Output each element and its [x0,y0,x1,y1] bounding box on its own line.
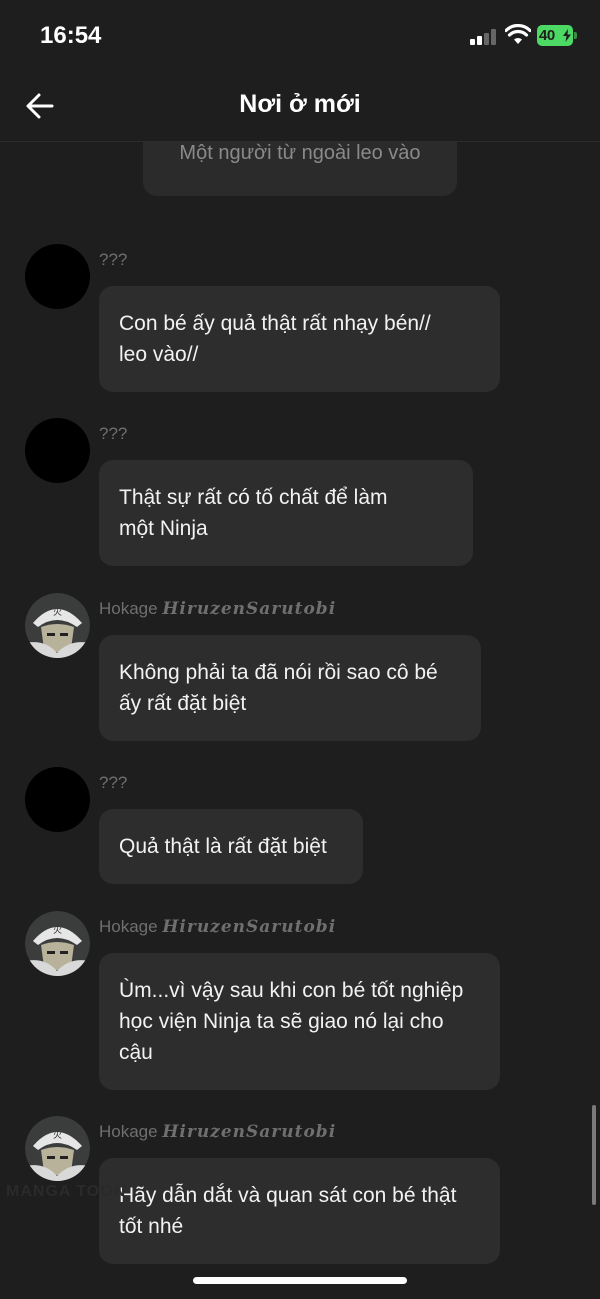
message-bubble: Quả thật là rất đặt biệt [99,809,363,884]
black-avatar[interactable] [25,418,90,483]
hokage-avatar[interactable]: 火 [25,1116,90,1181]
message-bubble: Hãy dẫn dắt và quan sát con bé thật tốt … [99,1158,500,1264]
svg-text:火: 火 [53,607,62,618]
message-line: ấy rất đặt biệt [119,692,247,715]
cellular-signal-icon [470,29,496,45]
battery-icon: 40 [537,25,577,46]
black-avatar[interactable] [25,767,90,832]
message-line: leo vào// [119,343,199,366]
status-time: 16:54 [40,22,102,49]
message-bubble: Không phải ta đã nói rồi sao cô bé ấy rấ… [99,635,481,741]
sender-name: ??? [99,250,128,269]
sender-name: Hokage HiruzenSarutobi [99,917,337,937]
battery-level: 40 [539,27,555,44]
chat-screen: 16:54 40 Một người từ ngoài leo vào Nơi … [0,0,600,1299]
message-line: Con bé ấy quả thật rất nhạy bén// [119,312,431,335]
hokage-avatar[interactable]: 火 [25,911,90,976]
message-line: Không phải ta đã nói rồi sao cô bé [119,661,438,684]
home-indicator[interactable] [193,1277,407,1284]
hokage-portrait-icon: 火 [25,911,90,976]
sender-name: Hokage HiruzenSarutobi [99,599,337,619]
message-line: một Ninja [119,517,208,540]
scrollbar[interactable] [592,1105,596,1205]
svg-text:火: 火 [53,925,62,936]
charging-bolt-icon [563,29,571,42]
status-bar: 16:54 40 [0,0,600,70]
sender-name: ??? [99,773,128,792]
message-bubble: Con bé ấy quả thật rất nhạy bén// leo và… [99,286,500,392]
sender-name: Hokage HiruzenSarutobi [99,1122,337,1142]
navigation-header: Nơi ở mới [0,70,600,142]
message-line: học viện Ninja ta sẽ giao nó lại cho [119,1010,444,1033]
watermark: MANGA TOON [6,1183,127,1200]
message-line: tốt nhé [119,1215,184,1238]
hokage-avatar[interactable]: 火 [25,593,90,658]
hokage-portrait-icon: 火 [25,593,90,658]
message-line: Hãy dẫn dắt và quan sát con bé thật [119,1184,457,1207]
message-bubble: Ùm...vì vậy sau khi con bé tốt nghiệp họ… [99,953,500,1090]
message-line: Ùm...vì vậy sau khi con bé tốt nghiệp [119,979,464,1002]
system-message-text: Một người từ ngoài leo vào [179,142,421,164]
message-line: Quả thật là rất đặt biệt [119,835,327,858]
sender-name: ??? [99,424,128,443]
message-line: cậu [119,1041,153,1064]
black-avatar[interactable] [25,244,90,309]
message-bubble: Thật sự rất có tố chất để làm một Ninja [99,460,473,566]
page-title: Nơi ở mới [239,90,361,118]
svg-text:火: 火 [53,1130,62,1141]
hokage-portrait-icon: 火 [25,1116,90,1181]
message-line: Thật sự rất có tố chất để làm [119,486,388,509]
wifi-icon [505,24,531,44]
